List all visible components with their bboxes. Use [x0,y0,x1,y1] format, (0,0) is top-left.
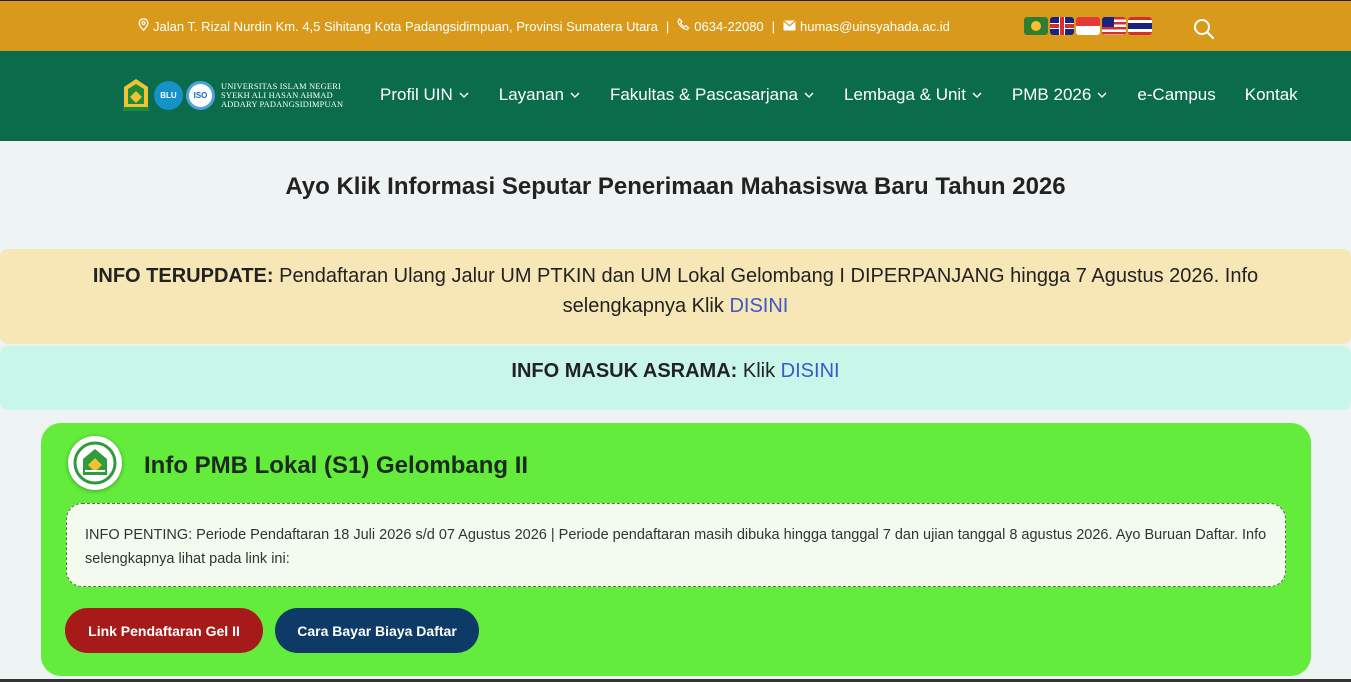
main-navbar: BLU ISO UNIVERSITAS ISLAM NEGERI SYEKH A… [0,51,1351,141]
university-name-line2: SYEKH ALI HASAN AHMAD [221,90,333,100]
top-info-bar: Jalan T. Rizal Nurdin Km. 4,5 Sihitang K… [0,0,1351,51]
blu-badge: BLU [154,80,183,110]
nav-item-label: Fakultas & Pascasarjana [609,85,799,104]
nav-item-lembaga-unit[interactable]: Lembaga & Unit [844,85,983,105]
chevron-down-icon [972,92,982,98]
university-emblem-icon [73,441,117,485]
search-button[interactable] [1192,17,1216,41]
email-link[interactable]: humas@uinsyahada.ac.id [800,19,950,34]
separator: | [665,18,670,34]
chevron-down-icon [570,92,580,98]
info-terupdate-banner: INFO TERUPDATE: Pendaftaran Ulang Jalur … [0,249,1351,344]
info-asrama-text: Klik [737,360,781,382]
nav-item-pmb-2026[interactable]: PMB 2026 [1012,85,1108,105]
phone-link[interactable]: 0634-22080 [694,19,763,34]
university-name-line3: ADDARY PADANGSIDIMPUAN [221,99,344,109]
chevron-down-icon [1097,92,1107,98]
malay-flag-icon[interactable] [1102,17,1126,35]
nav-item-label: Lembaga & Unit [844,85,966,104]
main-menu: Profil UIN Layanan Fakultas & Pascasarja… [380,85,1298,105]
indonesian-flag-icon[interactable] [1076,17,1100,35]
card-logo [68,436,122,490]
chevron-down-icon [804,92,814,98]
nav-item-kontak[interactable]: Kontak [1245,85,1298,105]
email-icon [783,19,796,34]
contact-info: Jalan T. Rizal Nurdin Km. 4,5 Sihitang K… [138,18,950,34]
separator: | [771,18,776,34]
info-asrama-label: INFO MASUK ASRAMA: [511,360,738,382]
nav-item-label: Profil UIN [380,85,453,104]
info-asrama-link[interactable]: DISINI [781,360,840,382]
nav-item-label: Layanan [498,85,564,104]
arabic-flag-icon[interactable] [1024,17,1048,35]
info-asrama-banner: INFO MASUK ASRAMA: Klik DISINI [0,346,1351,410]
site-logo[interactable]: BLU ISO UNIVERSITAS ISLAM NEGERI SYEKH A… [121,77,343,113]
chevron-down-icon [459,92,469,98]
nav-item-profil-uin[interactable]: Profil UIN [380,85,470,105]
address-text: Jalan T. Rizal Nurdin Km. 4,5 Sihitang K… [153,18,658,34]
nav-item-label: e-Campus [1137,85,1216,104]
search-icon [1194,19,1215,40]
english-flag-icon[interactable] [1050,17,1074,35]
pmb-info-card: Info PMB Lokal (S1) Gelombang II INFO PE… [41,423,1311,676]
page-headline: Ayo Klik Informasi Seputar Penerimaan Ma… [285,173,1066,200]
phone-icon [677,18,690,34]
iso-badge: ISO [186,80,215,110]
nav-item-label: Kontak [1244,85,1298,104]
nav-item-e-campus[interactable]: e-Campus [1137,85,1215,105]
language-switcher [1024,17,1152,35]
card-note: INFO PENTING: Periode Pendaftaran 18 Jul… [66,503,1286,587]
nav-item-layanan[interactable]: Layanan [499,85,581,105]
link-pendaftaran-button[interactable]: Link Pendaftaran Gel II [65,608,263,653]
nav-item-fakultas[interactable]: Fakultas & Pascasarjana [610,85,815,105]
thai-flag-icon[interactable] [1128,17,1152,35]
nav-item-label: PMB 2026 [1011,85,1092,104]
info-update-link[interactable]: DISINI [729,295,788,317]
info-update-label: INFO TERUPDATE: [92,265,274,287]
cara-bayar-button[interactable]: Cara Bayar Biaya Daftar [275,608,479,653]
university-name-line1: UNIVERSITAS ISLAM NEGERI [221,81,341,91]
location-pin-icon [138,18,149,34]
university-name: UNIVERSITAS ISLAM NEGERI SYEKH ALI HASAN… [221,82,343,109]
university-emblem-icon [123,79,149,111]
card-title: Info PMB Lokal (S1) Gelombang II [144,452,529,479]
